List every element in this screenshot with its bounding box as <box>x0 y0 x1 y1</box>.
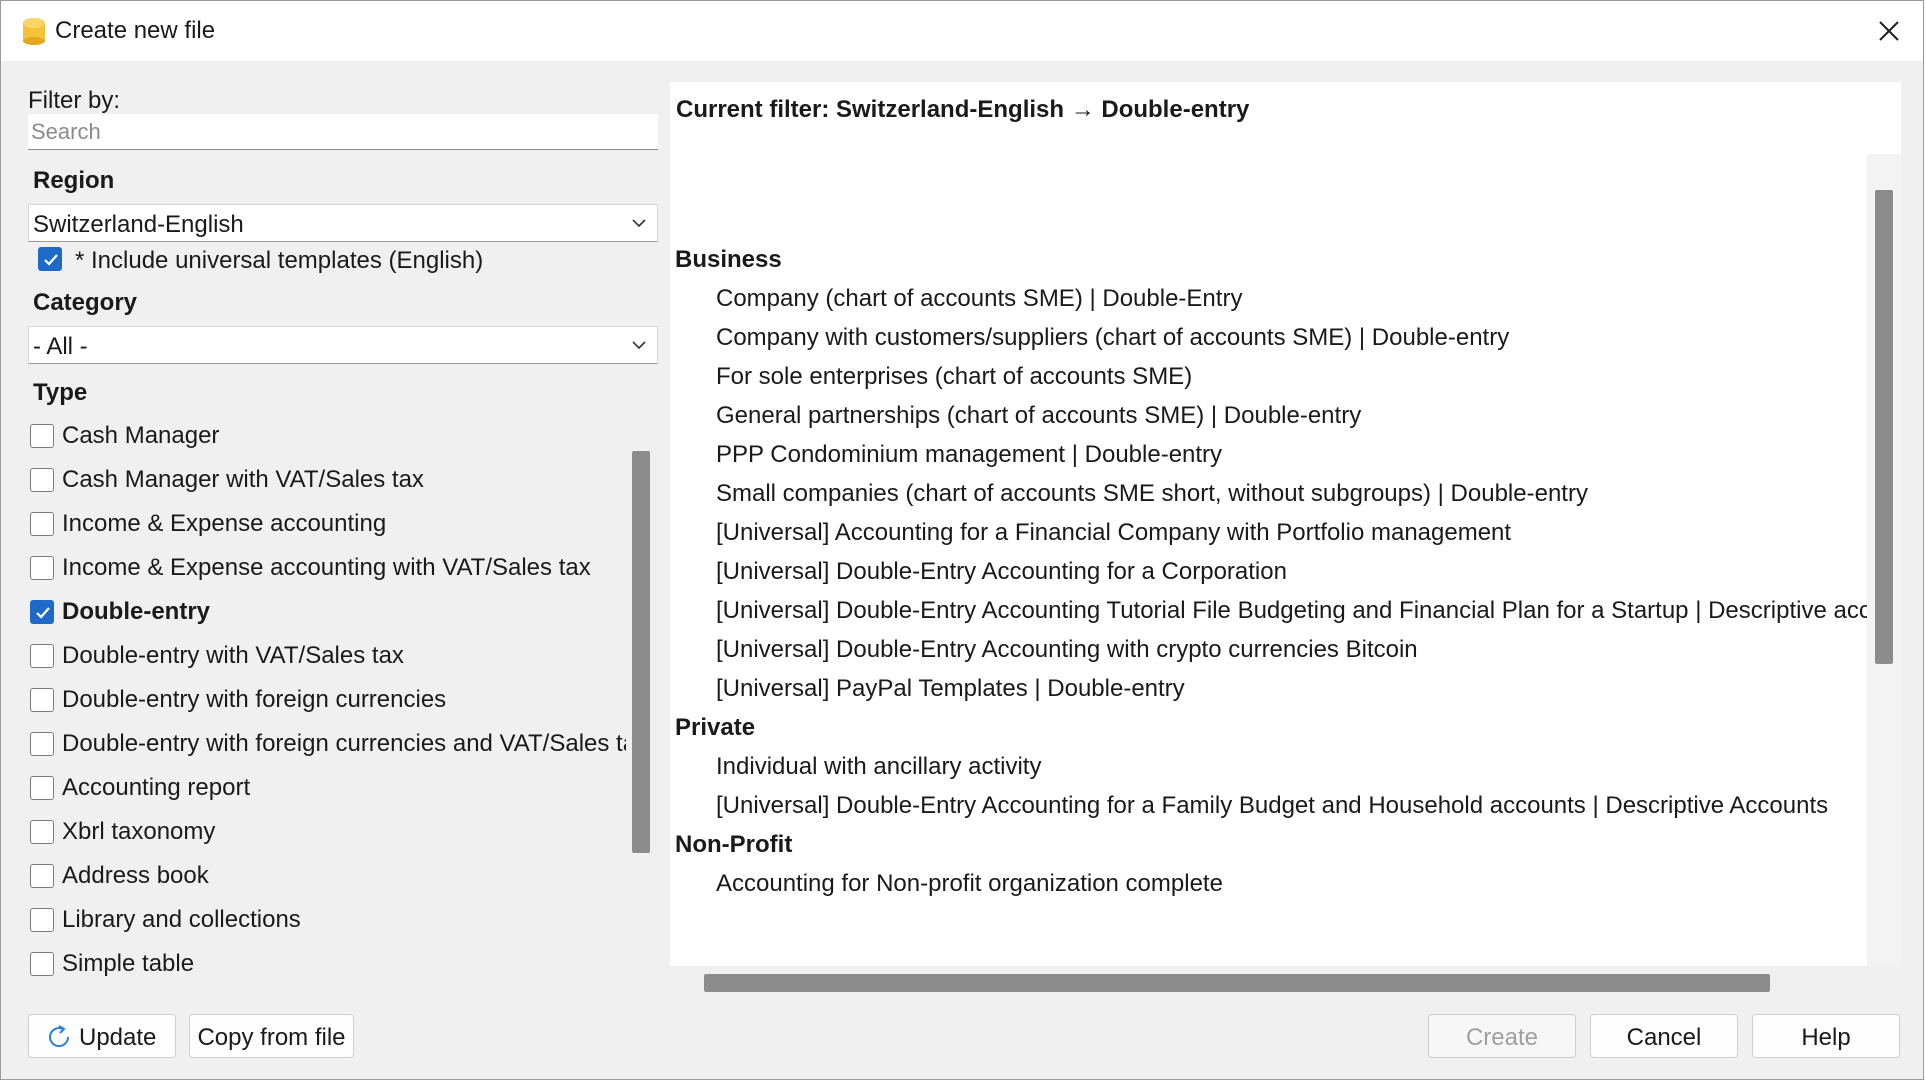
category-heading-private: Private <box>675 714 756 741</box>
category-heading-non-profit: Non-Profit <box>675 831 793 858</box>
type-option[interactable]: Simple table <box>28 943 626 983</box>
include-universal-checkbox[interactable] <box>38 247 62 271</box>
template-panel: Current filter: Switzerland-English → Do… <box>670 82 1901 966</box>
type-option-label: Double-entry with foreign currencies and… <box>62 730 626 757</box>
close-icon[interactable] <box>1873 15 1905 47</box>
type-option-label: Double-entry with foreign currencies <box>62 686 447 713</box>
type-checkbox[interactable] <box>30 952 54 976</box>
type-checkbox[interactable] <box>30 512 54 536</box>
template-item[interactable]: Company with customers/suppliers (chart … <box>716 324 1509 352</box>
template-item[interactable]: Small companies (chart of accounts SME s… <box>716 480 1588 508</box>
type-checkbox[interactable] <box>30 864 54 888</box>
type-option-label: Income & Expense accounting <box>62 510 387 537</box>
type-checkbox[interactable] <box>30 908 54 932</box>
type-checkbox[interactable] <box>30 556 54 580</box>
type-option-label: Library and collections <box>62 906 301 933</box>
cancel-button[interactable]: Cancel <box>1590 1014 1738 1058</box>
template-list-horizontal-scroll-thumb[interactable] <box>704 974 1770 992</box>
type-option-label: Cash Manager with VAT/Sales tax <box>62 466 424 493</box>
type-option-label: Income & Expense accounting with VAT/Sal… <box>62 554 591 581</box>
update-button[interactable]: Update <box>28 1014 176 1058</box>
type-option-label: Double-entry with VAT/Sales tax <box>62 642 404 669</box>
template-item[interactable]: Accounting for Non-profit organization c… <box>716 870 1223 898</box>
type-option[interactable]: Library and collections <box>28 899 626 939</box>
category-heading-business: Business <box>675 246 782 273</box>
type-option[interactable]: Double-entry with foreign currencies and… <box>28 723 626 763</box>
type-option[interactable]: Address book <box>28 855 626 895</box>
type-checkbox[interactable] <box>30 688 54 712</box>
type-option[interactable]: Double-entry <box>28 591 626 631</box>
type-checkbox[interactable] <box>30 600 54 624</box>
type-option[interactable]: Accounting report <box>28 767 626 807</box>
help-button[interactable]: Help <box>1752 1014 1900 1058</box>
type-option[interactable]: Cash Manager with VAT/Sales tax <box>28 459 626 499</box>
type-option[interactable]: Income & Expense accounting with VAT/Sal… <box>28 547 626 587</box>
template-item[interactable]: General partnerships (chart of accounts … <box>716 402 1361 430</box>
type-checkbox[interactable] <box>30 776 54 800</box>
type-checkbox[interactable] <box>30 468 54 492</box>
copy-from-file-button[interactable]: Copy from file <box>189 1014 354 1058</box>
check-icon <box>36 607 50 619</box>
type-option-label: Accounting report <box>62 774 251 801</box>
type-option-label: Simple table <box>62 950 195 977</box>
type-option[interactable]: Income & Expense accounting <box>28 503 626 543</box>
type-option[interactable]: Double-entry with VAT/Sales tax <box>28 635 626 675</box>
template-item[interactable]: [Universal] PayPal Templates | Double-en… <box>716 675 1185 703</box>
region-select-value: Switzerland-English <box>33 211 244 238</box>
type-option[interactable]: Double-entry with foreign currencies <box>28 679 626 719</box>
region-select[interactable]: Switzerland-English <box>28 204 658 242</box>
category-label: Category <box>33 289 138 316</box>
template-item[interactable]: Individual with ancillary activity <box>716 753 1041 781</box>
copy-from-file-button-label: Copy from file <box>197 1024 346 1051</box>
region-label: Region <box>33 167 115 194</box>
template-item[interactable]: Company (chart of accounts SME) | Double… <box>716 285 1242 313</box>
template-item[interactable]: For sole enterprises (chart of accounts … <box>716 363 1192 391</box>
type-option[interactable]: Cash Manager <box>28 415 626 455</box>
title-bar: Create new file <box>1 1 1923 61</box>
create-button-label: Create <box>1465 1024 1539 1051</box>
type-checkbox[interactable] <box>30 820 54 844</box>
type-option-label: Double-entry <box>62 598 211 625</box>
include-universal-label: * Include universal templates (English) <box>75 247 484 274</box>
type-checkbox[interactable] <box>30 732 54 756</box>
cancel-button-label: Cancel <box>1626 1024 1702 1051</box>
chevron-down-icon <box>632 219 646 228</box>
refresh-icon <box>49 1025 70 1048</box>
search-input[interactable] <box>28 114 658 150</box>
template-item[interactable]: [Universal] Double-Entry Accounting with… <box>716 636 1418 664</box>
template-list-vertical-scroll-thumb[interactable] <box>1875 190 1893 664</box>
category-select-value: - All - <box>33 333 88 360</box>
type-option-label: Address book <box>62 862 209 889</box>
template-list: Business Company (chart of accounts SME)… <box>670 154 1867 966</box>
type-option-label: Cash Manager <box>62 422 220 449</box>
template-item[interactable]: [Universal] Double-Entry Accounting for … <box>716 792 1828 820</box>
template-item[interactable]: PPP Condominium management | Double-entr… <box>716 441 1222 469</box>
window-title: Create new file <box>55 17 216 44</box>
template-item[interactable]: [Universal] Accounting for a Financial C… <box>716 519 1511 547</box>
type-list: Cash Manager Cash Manager with VAT/Sales … <box>28 415 626 999</box>
app-icon <box>23 18 45 45</box>
template-item[interactable]: [Universal] Double-Entry Accounting Tuto… <box>716 597 1867 625</box>
type-label: Type <box>33 379 88 406</box>
create-new-file-dialog: Create new file Filter by: Region Switze… <box>0 0 1924 1080</box>
type-list-scroll-thumb[interactable] <box>632 451 650 853</box>
check-icon <box>44 254 58 266</box>
type-checkbox[interactable] <box>30 644 54 668</box>
type-checkbox[interactable] <box>30 424 54 448</box>
template-item[interactable]: [Universal] Double-Entry Accounting for … <box>716 558 1287 586</box>
current-filter-title: Current filter: Switzerland-English → Do… <box>676 96 1250 123</box>
chevron-down-icon <box>632 341 646 350</box>
filter-by-label: Filter by: <box>28 87 121 114</box>
help-button-label: Help <box>1801 1024 1851 1051</box>
type-option[interactable]: Xbrl taxonomy <box>28 811 626 851</box>
category-select[interactable]: - All - <box>28 326 658 364</box>
type-option-label: Xbrl taxonomy <box>62 818 216 845</box>
create-button[interactable]: Create <box>1428 1014 1576 1058</box>
update-button-label: Update <box>79 1024 157 1051</box>
